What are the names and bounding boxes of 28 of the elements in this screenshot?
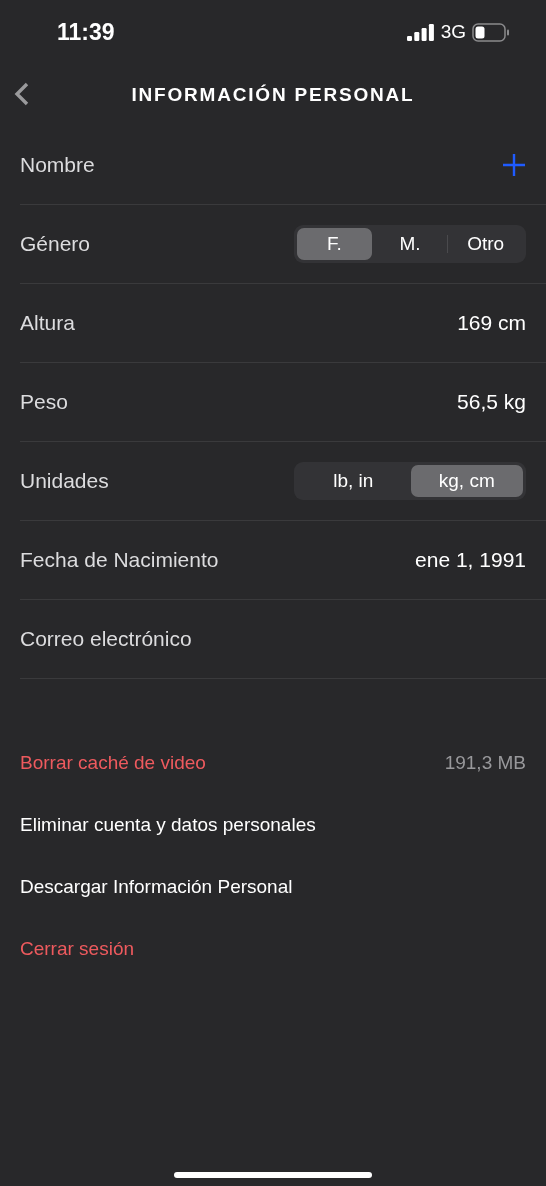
add-button[interactable] bbox=[502, 153, 526, 177]
action-link[interactable]: Descargar Información Personal bbox=[20, 876, 293, 898]
field-label: Correo electrónico bbox=[20, 627, 192, 651]
page-title: INFORMACIÓN PERSONAL bbox=[131, 84, 415, 106]
field-value: ene 1, 1991 bbox=[415, 548, 526, 572]
cache-size: 191,3 MB bbox=[444, 752, 526, 774]
status-time: 11:39 bbox=[57, 18, 115, 46]
segment-option[interactable]: M. bbox=[372, 228, 448, 260]
field-label: Altura bbox=[20, 311, 75, 335]
battery-icon bbox=[472, 22, 510, 42]
segment-option[interactable]: kg, cm bbox=[410, 465, 523, 497]
field-label: Nombre bbox=[20, 153, 95, 177]
action-link[interactable]: Borrar caché de video bbox=[20, 752, 206, 774]
field-label: Género bbox=[20, 232, 91, 256]
field-label: Unidades bbox=[20, 469, 109, 493]
network-label: 3G bbox=[440, 21, 466, 43]
chevron-left-icon bbox=[14, 82, 30, 106]
signal-icon bbox=[406, 23, 435, 41]
segment-option[interactable]: F. bbox=[297, 228, 372, 260]
action-link[interactable]: Cerrar sesión bbox=[20, 938, 135, 960]
action-link[interactable]: Eliminar cuenta y datos personales bbox=[20, 814, 316, 836]
field-label: Fecha de Nacimiento bbox=[20, 548, 219, 572]
segment-option[interactable]: lb, in bbox=[297, 465, 410, 497]
field-value: 56,5 kg bbox=[457, 390, 526, 414]
segment-option[interactable]: Otro bbox=[448, 228, 523, 260]
plus-icon bbox=[502, 153, 526, 177]
field-label: Peso bbox=[20, 390, 68, 414]
field-value: 169 cm bbox=[457, 311, 526, 335]
